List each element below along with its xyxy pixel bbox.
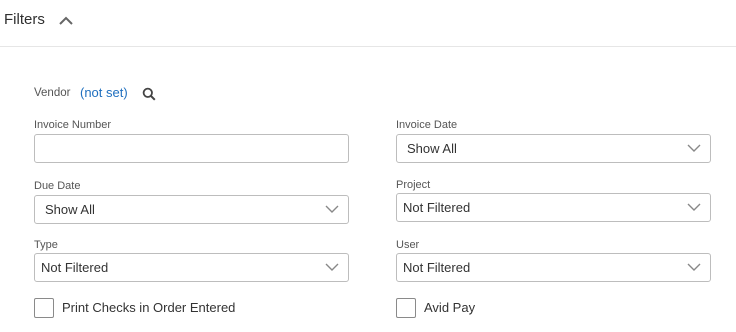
chevron-down-icon (687, 263, 701, 271)
invoice-date-select[interactable]: Show All (396, 134, 711, 163)
chevron-down-icon (687, 144, 701, 152)
invoice-date-label: Invoice Date (396, 119, 458, 131)
user-label: User (396, 239, 420, 251)
vendor-label: Vendor (34, 87, 71, 99)
invoice-number-input[interactable] (34, 134, 349, 163)
vendor-not-set-link[interactable]: (not set) (80, 85, 128, 100)
due-date-select[interactable]: Show All (34, 195, 349, 224)
due-date-value: Show All (45, 202, 95, 217)
print-checks-checkbox[interactable] (34, 298, 54, 318)
project-label: Project (396, 179, 431, 191)
invoice-date-value: Show All (407, 141, 457, 156)
chevron-up-icon[interactable] (57, 13, 75, 27)
type-label: Type (34, 239, 58, 251)
user-value: Not Filtered (403, 260, 471, 275)
avid-pay-checkbox[interactable] (396, 298, 416, 318)
search-icon[interactable] (142, 87, 156, 101)
chevron-down-icon (325, 205, 339, 213)
filters-title: Filters (4, 11, 45, 28)
avid-pay-label: Avid Pay (424, 300, 476, 315)
user-select[interactable]: Not Filtered (396, 253, 711, 282)
due-date-label: Due Date (34, 180, 81, 192)
type-value: Not Filtered (41, 260, 109, 275)
project-value: Not Filtered (403, 200, 471, 215)
print-checks-label: Print Checks in Order Entered (62, 300, 236, 315)
type-select[interactable]: Not Filtered (34, 253, 349, 282)
filters-header: Filters (0, 0, 736, 47)
invoice-number-label: Invoice Number (34, 119, 112, 131)
chevron-down-icon (325, 263, 339, 271)
chevron-down-icon (687, 203, 701, 211)
project-select[interactable]: Not Filtered (396, 193, 711, 222)
